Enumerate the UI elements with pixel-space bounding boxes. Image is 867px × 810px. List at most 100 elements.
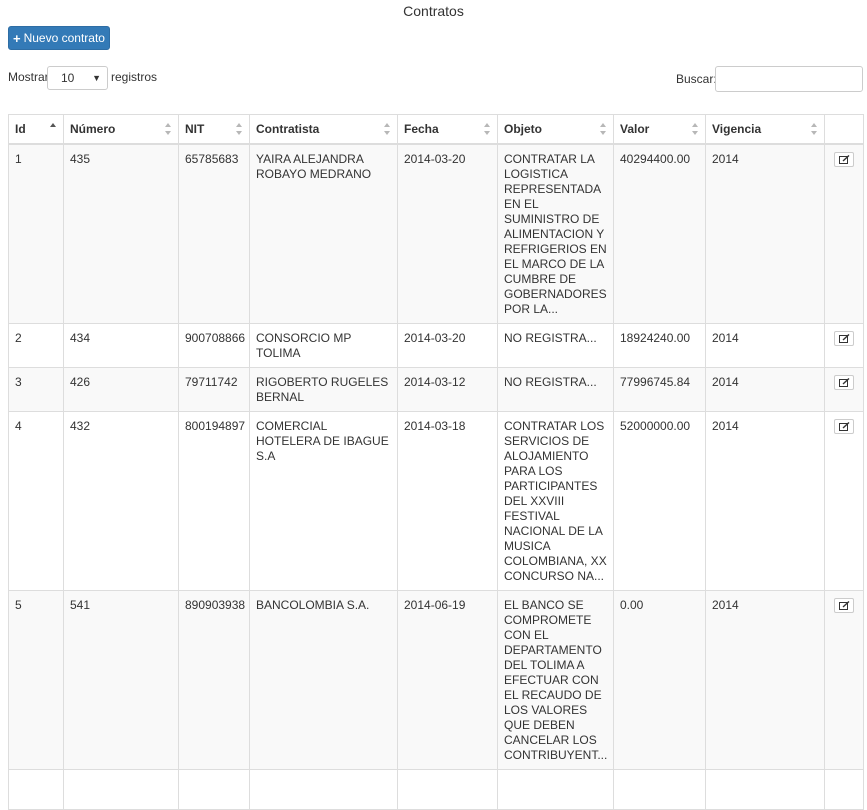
column-header-actions xyxy=(824,114,864,145)
table-row xyxy=(8,769,864,810)
cell-id: 1 xyxy=(8,143,64,324)
edit-button[interactable] xyxy=(834,152,854,167)
cell-actions xyxy=(824,323,864,368)
cell-contratista: BANCOLOMBIA S.A. xyxy=(249,590,398,770)
cell-actions xyxy=(824,143,864,324)
page-length-value: 10 xyxy=(61,71,75,85)
edit-button[interactable] xyxy=(834,419,854,434)
cell-numero: 541 xyxy=(63,590,179,770)
cell-nit: 79711742 xyxy=(178,367,250,412)
column-header-objeto[interactable]: Objeto xyxy=(497,114,614,145)
cell-objeto: EL BANCO SE COMPROMETE CON EL DEPARTAMEN… xyxy=(497,590,614,770)
cell-nit: 800194897 xyxy=(178,411,250,591)
cell-vigencia: 2014 xyxy=(705,367,825,412)
column-header-label: Número xyxy=(70,122,116,136)
cell-actions xyxy=(824,769,864,810)
edit-button[interactable] xyxy=(834,598,854,613)
column-header-label: Contratista xyxy=(256,122,320,136)
new-contract-button[interactable]: + Nuevo contrato xyxy=(8,26,110,50)
sort-icon xyxy=(600,123,607,135)
cell-nit: 65785683 xyxy=(178,143,250,324)
cell-id: 2 xyxy=(8,323,64,368)
edit-icon xyxy=(839,422,850,431)
contracts-table: Id Número NIT Contratista Fecha Objeto V… xyxy=(8,114,864,810)
cell-objeto: NO REGISTRA... xyxy=(497,367,614,412)
new-contract-label: Nuevo contrato xyxy=(23,31,105,45)
edit-icon xyxy=(839,378,850,387)
table-row: 3 426 79711742 RIGOBERTO RUGELES BERNAL 2014… xyxy=(8,367,864,412)
column-header-label: Vigencia xyxy=(712,122,762,136)
cell-contratista: YAIRA ALEJANDRA ROBAYO MEDRANO xyxy=(249,143,398,324)
cell-contratista: RIGOBERTO RUGELES BERNAL xyxy=(249,367,398,412)
cell-contratista: CONSORCIO MP TOLIMA xyxy=(249,323,398,368)
sort-icon xyxy=(811,123,818,135)
cell-numero: 435 xyxy=(63,143,179,324)
cell-valor: 18924240.00 xyxy=(613,323,706,368)
cell-fecha: 2014-03-20 xyxy=(397,143,498,324)
cell-nit: 900708866 xyxy=(178,323,250,368)
cell-numero: 434 xyxy=(63,323,179,368)
cell-vigencia: 2014 xyxy=(705,323,825,368)
cell-actions xyxy=(824,590,864,770)
column-header-numero[interactable]: Número xyxy=(63,114,179,145)
search-input[interactable] xyxy=(715,66,863,92)
sort-icon xyxy=(236,123,243,135)
column-header-label: Objeto xyxy=(504,122,542,136)
edit-icon xyxy=(839,601,850,610)
column-header-fecha[interactable]: Fecha xyxy=(397,114,498,145)
cell-fecha: 2014-03-20 xyxy=(397,323,498,368)
cell-valor: 52000000.00 xyxy=(613,411,706,591)
cell-objeto: CONTRATAR LOS SERVICIOS DE ALOJAMIENTO P… xyxy=(497,411,614,591)
edit-icon xyxy=(839,155,850,164)
cell-fecha: 2014-06-19 xyxy=(397,590,498,770)
plus-icon: + xyxy=(13,30,21,46)
cell-fecha: 2014-03-18 xyxy=(397,411,498,591)
cell-id: 4 xyxy=(8,411,64,591)
cell-actions xyxy=(824,367,864,412)
edit-icon xyxy=(839,334,850,343)
column-header-label: Id xyxy=(15,122,26,136)
page-title: Contratos xyxy=(403,3,464,19)
column-header-contratista[interactable]: Contratista xyxy=(249,114,398,145)
cell-numero: 426 xyxy=(63,367,179,412)
cell-vigencia xyxy=(705,769,825,810)
column-header-id[interactable]: Id xyxy=(8,114,64,145)
cell-fecha: 2014-03-12 xyxy=(397,367,498,412)
page-length-select[interactable]: 10 ▼ xyxy=(47,66,108,90)
sort-icon xyxy=(484,123,491,135)
sort-asc-icon xyxy=(50,123,57,135)
table-row: 2 434 900708866 CONSORCIO MP TOLIMA 2014-03-… xyxy=(8,323,864,368)
sort-icon xyxy=(165,123,172,135)
column-header-valor[interactable]: Valor xyxy=(613,114,706,145)
length-suffix-label: registros xyxy=(111,70,158,84)
cell-valor: 0.00 xyxy=(613,590,706,770)
cell-nit xyxy=(178,769,250,810)
cell-objeto: NO REGISTRA... xyxy=(497,323,614,368)
cell-numero xyxy=(63,769,179,810)
table-header-row: Id Número NIT Contratista Fecha Objeto V… xyxy=(8,114,864,145)
cell-contratista xyxy=(249,769,398,810)
cell-valor: 77996745.84 xyxy=(613,367,706,412)
cell-vigencia: 2014 xyxy=(705,590,825,770)
cell-valor xyxy=(613,769,706,810)
cell-nit: 890903938 xyxy=(178,590,250,770)
column-header-vigencia[interactable]: Vigencia xyxy=(705,114,825,145)
table-row: 1 435 65785683 YAIRA ALEJANDRA ROBAYO MEDRA… xyxy=(8,143,864,324)
cell-objeto: CONTRATAR LA LOGISTICA REPRESENTADA EN E… xyxy=(497,143,614,324)
search-label: Buscar: xyxy=(676,72,717,86)
table-row: 4 432 800194897 COMERCIAL HOTELERA DE IBAGU… xyxy=(8,411,864,591)
cell-actions xyxy=(824,411,864,591)
cell-contratista: COMERCIAL HOTELERA DE IBAGUE S.A xyxy=(249,411,398,591)
sort-icon xyxy=(692,123,699,135)
cell-vigencia: 2014 xyxy=(705,143,825,324)
cell-valor: 40294400.00 xyxy=(613,143,706,324)
edit-button[interactable] xyxy=(834,375,854,390)
column-header-nit[interactable]: NIT xyxy=(178,114,250,145)
edit-button[interactable] xyxy=(834,331,854,346)
cell-id: 3 xyxy=(8,367,64,412)
cell-numero: 432 xyxy=(63,411,179,591)
sort-icon xyxy=(384,123,391,135)
length-prefix-label: Mostrar xyxy=(8,70,49,84)
column-header-label: Fecha xyxy=(404,122,439,136)
cell-id: 5 xyxy=(8,590,64,770)
